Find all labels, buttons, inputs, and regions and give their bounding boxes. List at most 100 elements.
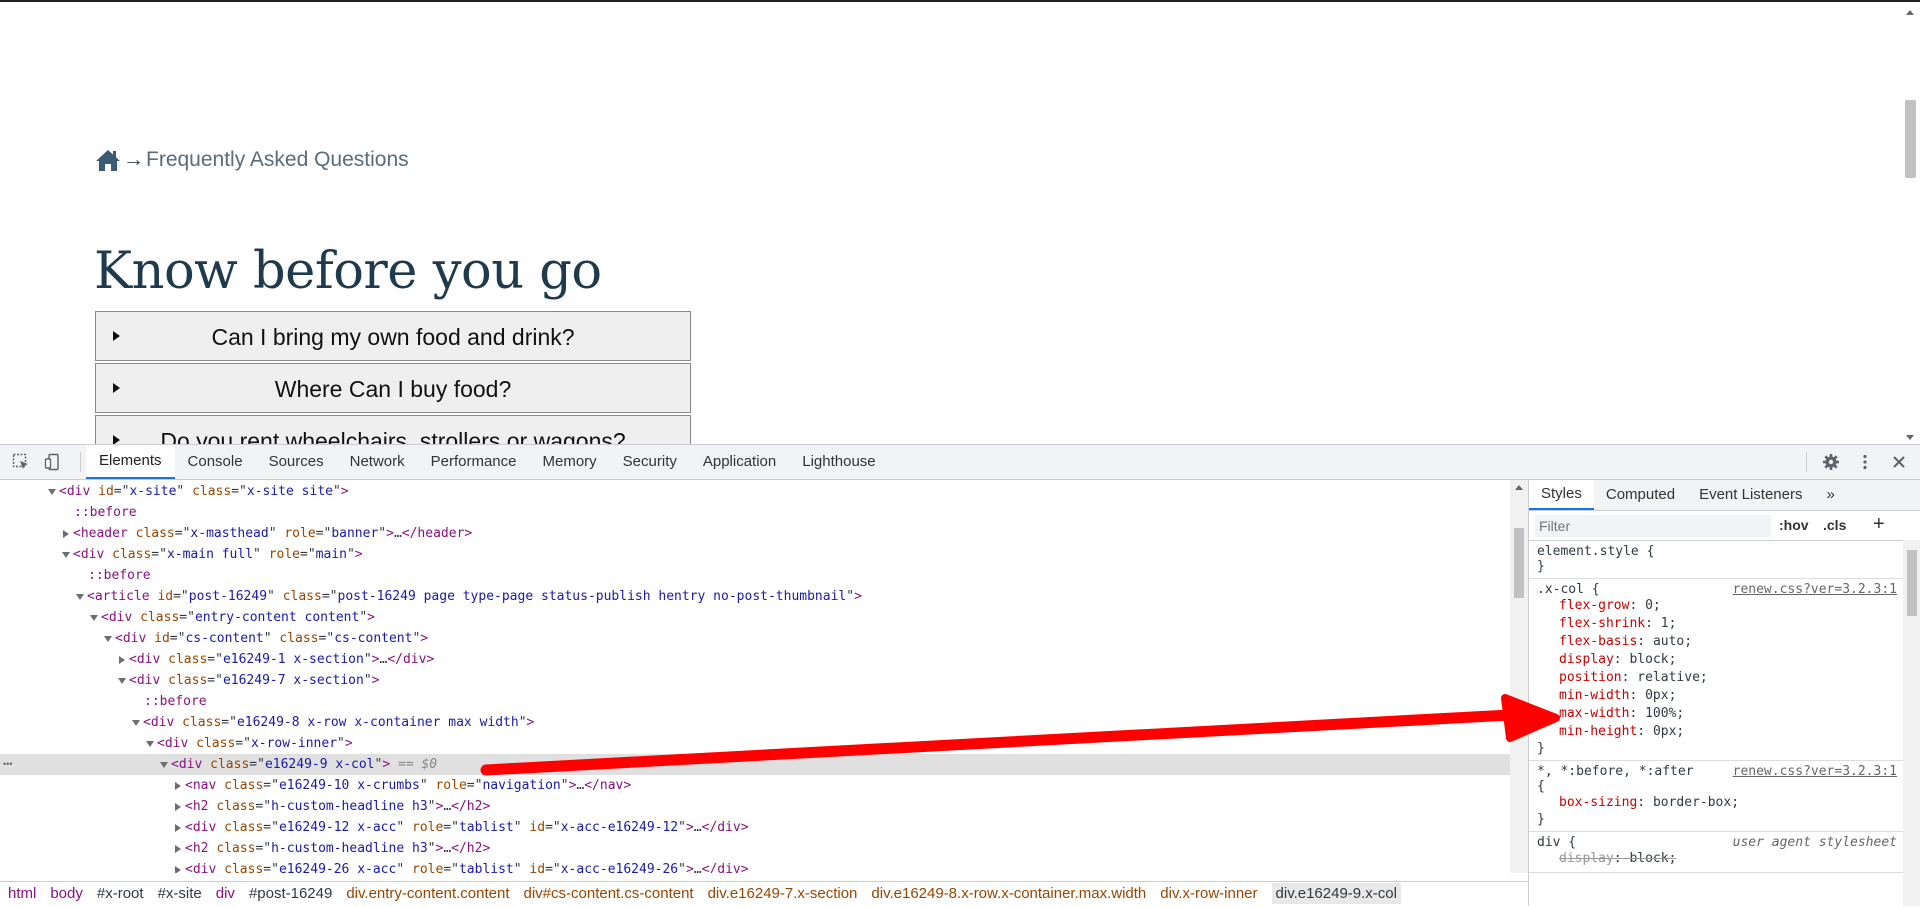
tab-lighthouse[interactable]: Lighthouse	[789, 445, 888, 479]
faq-item[interactable]: Do you rent wheelchairs, strollers or wa…	[95, 415, 691, 444]
tab-console[interactable]: Console	[175, 445, 256, 479]
close-icon[interactable]	[1890, 453, 1908, 471]
tab-computed[interactable]: Computed	[1594, 480, 1687, 510]
scrollbar-thumb[interactable]	[1907, 550, 1917, 616]
breadcrumb-node[interactable]: div.e16249-9.x-col	[1271, 883, 1401, 904]
dom-node-row[interactable]: <div class="e16249-26 x-acc" role="tabli…	[0, 859, 1510, 873]
style-declaration[interactable]: flex-grow: 0;	[1537, 597, 1920, 615]
dom-tree-scrollbar[interactable]	[1510, 480, 1528, 873]
style-declaration[interactable]: min-width: 0px;	[1537, 687, 1920, 705]
collapse-triangle-icon[interactable]	[119, 655, 125, 664]
more-tabs-chevron-icon[interactable]: »	[1814, 480, 1846, 510]
breadcrumb-node[interactable]: #post-16249	[249, 885, 332, 902]
tab-elements[interactable]: Elements	[86, 445, 175, 479]
dom-node-row[interactable]: <nav class="e16249-10 x-crumbs" role="na…	[0, 775, 1510, 796]
new-style-rule-icon[interactable]: +	[1873, 513, 1885, 536]
dom-node-row[interactable]: <header class="x-masthead" role="banner"…	[0, 523, 1510, 544]
expand-triangle-icon[interactable]	[90, 614, 98, 621]
page-scrollbar[interactable]	[1900, 2, 1920, 444]
scroll-up-icon[interactable]	[1515, 485, 1523, 490]
breadcrumb-node[interactable]: div	[216, 885, 235, 902]
collapse-triangle-icon[interactable]	[175, 802, 181, 811]
style-declaration[interactable]: min-height: 0px;	[1537, 723, 1920, 741]
tag-open: <div	[73, 547, 105, 562]
faq-item[interactable]: Can I bring my own food and drink?	[95, 311, 691, 361]
device-toolbar-icon[interactable]	[44, 453, 62, 471]
rule-selector[interactable]: element.style {	[1537, 544, 1920, 559]
expand-triangle-icon[interactable]	[160, 761, 168, 768]
collapse-triangle-icon[interactable]	[175, 844, 181, 853]
style-declaration[interactable]: flex-shrink: 1;	[1537, 615, 1920, 633]
expand-triangle-icon[interactable]	[48, 488, 56, 495]
scrollbar-thumb[interactable]	[1905, 100, 1916, 178]
collapse-triangle-icon[interactable]	[175, 781, 181, 790]
class-toggle[interactable]: .cls	[1823, 517, 1846, 533]
rule-source-link[interactable]: renew.css?ver=3.2.3:1	[1733, 764, 1897, 779]
tab-memory[interactable]: Memory	[530, 445, 610, 479]
tab-application[interactable]: Application	[690, 445, 789, 479]
more-options-icon[interactable]	[1856, 453, 1874, 471]
breadcrumb-node[interactable]: div.entry-content.content	[346, 885, 509, 902]
breadcrumb-node[interactable]: #x-site	[158, 885, 202, 902]
dom-node-row[interactable]: <div id="x-site" class="x-site site">	[0, 481, 1510, 502]
settings-gear-icon[interactable]	[1822, 453, 1840, 471]
breadcrumb-node[interactable]: #x-root	[97, 885, 144, 902]
style-declaration[interactable]: box-sizing: border-box;	[1537, 794, 1920, 812]
breadcrumb-node[interactable]: body	[50, 885, 83, 902]
tab-network[interactable]: Network	[337, 445, 418, 479]
tab-performance[interactable]: Performance	[418, 445, 530, 479]
dom-node-row[interactable]: <h2 class="h-custom-headline h3">…</h2>	[0, 796, 1510, 817]
expand-triangle-icon[interactable]	[118, 677, 126, 684]
dom-node-row[interactable]: <div class="entry-content content">	[0, 607, 1510, 628]
home-icon[interactable]	[95, 148, 121, 172]
breadcrumb-node[interactable]: div.e16249-8.x-row.x-container.max.width	[871, 885, 1146, 902]
dom-node-row[interactable]: <article id="post-16249" class="post-162…	[0, 586, 1510, 607]
dom-node-row[interactable]: <div class="x-main full" role="main">	[0, 544, 1510, 565]
collapse-triangle-icon[interactable]	[175, 865, 181, 873]
dom-node-row[interactable]: <div class="e16249-8 x-row x-container m…	[0, 712, 1510, 733]
tab-styles[interactable]: Styles	[1529, 480, 1594, 510]
dom-node-row[interactable]: <div class="x-row-inner">	[0, 733, 1510, 754]
rule-source-link[interactable]: renew.css?ver=3.2.3:1	[1733, 582, 1897, 597]
dom-node-row[interactable]: <div id="cs-content" class="cs-content">	[0, 628, 1510, 649]
expand-triangle-icon[interactable]	[104, 635, 112, 642]
scroll-up-icon[interactable]	[1906, 10, 1914, 15]
style-declaration[interactable]: position: relative;	[1537, 669, 1920, 687]
collapse-triangle-icon[interactable]	[63, 529, 69, 538]
dom-node-row[interactable]: <div class="e16249-1 x-section">…</div>	[0, 649, 1510, 670]
dom-node-row[interactable]: ::before	[0, 565, 1510, 586]
styles-scrollbar[interactable]	[1903, 540, 1920, 906]
dom-node-row[interactable]: ••• <div class="e16249-9 x-col"> == $0	[0, 754, 1510, 775]
scrollbar-thumb[interactable]	[1514, 528, 1524, 598]
breadcrumb-node[interactable]: html	[8, 885, 36, 902]
dom-tree[interactable]: <div id="x-site" class="x-site site">::b…	[0, 480, 1510, 873]
style-declaration[interactable]: display: block;	[1537, 651, 1920, 669]
toolbar-divider	[80, 452, 81, 472]
style-declaration[interactable]: max-width: 100%;	[1537, 705, 1920, 723]
scroll-down-icon[interactable]	[1906, 435, 1914, 440]
expand-triangle-icon[interactable]	[146, 740, 154, 747]
faq-item[interactable]: Where Can I buy food?	[95, 363, 691, 413]
dom-node-row[interactable]: <div class="e16249-12 x-acc" role="tabli…	[0, 817, 1510, 838]
style-declaration[interactable]: display: block;	[1537, 850, 1920, 868]
breadcrumb-node[interactable]: div#cs-content.cs-content	[524, 885, 694, 902]
expand-triangle-icon[interactable]	[76, 593, 84, 600]
inspect-element-icon[interactable]	[12, 453, 30, 471]
dom-node-row[interactable]: ::before	[0, 691, 1510, 712]
dom-node-row[interactable]: ::before	[0, 502, 1510, 523]
expand-triangle-icon[interactable]	[62, 551, 70, 558]
dom-node-row[interactable]: <div class="e16249-7 x-section">	[0, 670, 1510, 691]
hover-state-toggle[interactable]: :hov	[1779, 517, 1809, 533]
tab-security[interactable]: Security	[610, 445, 690, 479]
page-viewport[interactable]: → Frequently Asked Questions Know before…	[0, 2, 1920, 444]
node-actions-ellipsis-icon[interactable]: •••	[3, 754, 12, 775]
dom-node-row[interactable]: <h2 class="h-custom-headline h3">…</h2>	[0, 838, 1510, 859]
styles-filter-input[interactable]	[1535, 515, 1771, 537]
breadcrumb-node[interactable]: div.e16249-7.x-section	[708, 885, 858, 902]
style-declaration[interactable]: flex-basis: auto;	[1537, 633, 1920, 651]
tab-event-listeners[interactable]: Event Listeners	[1687, 480, 1814, 510]
breadcrumb-node[interactable]: div.x-row-inner	[1160, 885, 1257, 902]
expand-triangle-icon[interactable]	[132, 719, 140, 726]
tab-sources[interactable]: Sources	[256, 445, 337, 479]
collapse-triangle-icon[interactable]	[175, 823, 181, 832]
